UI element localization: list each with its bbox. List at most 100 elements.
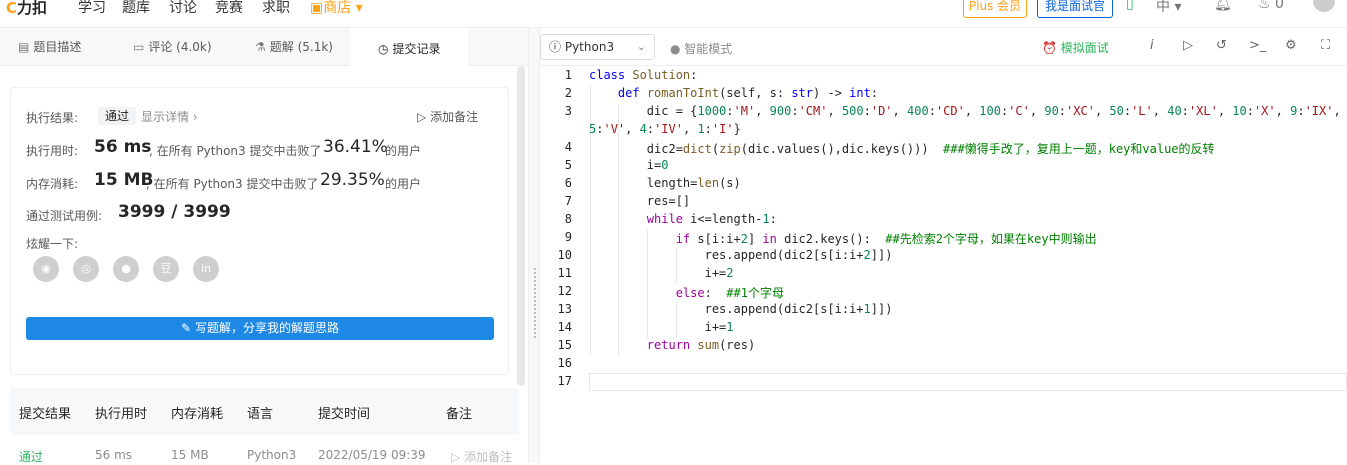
code-line: dic2=dict(zip(dic.values(),dic.keys())) … [589,142,1215,156]
col-result: 提交结果 [19,407,72,422]
status-label: 执行结果: [26,111,79,125]
col-runtime: 执行用时 [95,407,148,422]
memory-desc: , 在所有 Python3 提交中击败了 [146,177,319,191]
code-line: dic = {1000:'M', 900:'CM', 500:'D', 400:… [589,104,1341,118]
nav-discuss[interactable]: 讨论 [169,0,197,17]
bell-icon[interactable]: 🔔︎ [1214,0,1232,12]
reset-icon[interactable]: ↺ [1216,38,1227,53]
console-icon[interactable]: >_ [1249,38,1266,53]
flag-icon: ▷ [451,450,461,464]
memory-percentile: 29.35% [320,170,385,190]
fire-icon: ♨ [1258,0,1271,12]
alarm-icon: ⏰ [1042,41,1057,55]
row-runtime: 56 ms [95,448,133,462]
tab-description[interactable]: ▤ 题目描述 [18,28,81,66]
line-number: 16 [557,356,572,370]
line-number: 10 [557,248,572,262]
avatar[interactable] [1313,0,1335,12]
line-number: 14 [557,320,572,334]
code-line: i+=2 [589,266,734,280]
plus-button[interactable]: Plus 会员 [963,0,1027,18]
editor-toolbar: ⓘ Python3 ⌄ ● 智能模式 ⏰ 模拟面试 i ▷ ↺ >_ ⚙ ⛶ [540,28,1347,66]
active-line-highlight [589,373,1347,391]
row-add-note[interactable]: ▷ 添加备注 [451,448,519,465]
time-label: 执行用时: [26,144,79,158]
show-details-link[interactable]: 显示详情 › [141,108,198,125]
linkedin-icon[interactable]: in [193,256,219,282]
settings-icon[interactable]: ⚙ [1285,38,1297,53]
submissions-table-header: 提交结果 执行用时 内存消耗 语言 提交时间 备注 [10,388,519,435]
tab-solutions[interactable]: ⚗ 题解 (5.1k) [255,28,333,66]
qq-icon[interactable]: ● [113,256,139,282]
code-line: if s[i:i+2] in dic2.keys(): ##先检索2个字母，如果… [675,232,1097,246]
line-number: 3 [564,104,572,118]
code-line: return sum(res) [646,338,756,352]
code-line: else: ##1个字母 [675,286,784,300]
row-result[interactable]: 通过 [19,448,43,465]
nav-store[interactable]: ▣商店 ▾ [310,0,363,17]
line-number: 12 [557,284,572,298]
memory-users: 的用户 [385,177,422,191]
tab-comments[interactable]: ▭ 评论 (4.0k) [133,28,212,66]
douban-icon[interactable]: 豆 [153,256,179,282]
line-number-gutter: 1 2 3 4 5 6 7 8 9 10 11 12 13 14 15 16 1… [540,66,580,463]
language-select[interactable]: ⓘ Python3 ⌄ [540,34,655,60]
write-solution-button[interactable]: ✎ 写题解，分享我的解题思路 [26,317,494,340]
left-tabs: ▤ 题目描述 ▭ 评论 (4.0k) ⚗ 题解 (5.1k) ◷ 提交记录 [0,28,528,66]
chevron-down-icon: ⌄ [636,40,646,53]
comment-icon: ▭ [133,40,145,54]
add-note-button[interactable]: ▷ 添加备注 [417,108,478,125]
code-line: def romanToInt(self, s: str) -> int: [617,86,879,100]
nav-learn[interactable]: 学习 [78,0,106,17]
smart-mode-toggle[interactable]: ● 智能模式 [670,40,732,57]
store-icon: ▣ [310,0,324,16]
line-number: 6 [564,176,572,190]
line-number: 2 [564,86,572,100]
line-number: 13 [557,302,572,316]
mock-interview-button[interactable]: ⏰ 模拟面试 [1042,39,1109,56]
line-number: 11 [557,266,572,280]
col-note: 备注 [446,407,473,422]
tab-submissions[interactable]: ◷ 提交记录 [350,28,468,66]
code-line: res=[] [589,194,691,208]
result-card: 执行结果: 通过 显示详情 › ▷ 添加备注 执行用时: 56 ms , 在所有… [10,87,509,375]
code-line: length=len(s) [589,176,741,190]
interviewer-button[interactable]: 我是面试官 [1037,0,1113,18]
flask-icon: ⚗ [255,40,266,54]
fullscreen-icon[interactable]: ⛶ [1321,38,1330,53]
language-switch[interactable]: 中 ▾ [1156,0,1181,16]
nav-problems[interactable]: 题库 [122,0,150,17]
nav-contest[interactable]: 竞赛 [215,0,243,17]
run-icon[interactable]: ▷ [1183,38,1193,53]
document-icon: ▤ [18,40,30,54]
share-label: 炫耀一下: [26,237,79,251]
status-badge: 通过 [98,107,136,125]
cases-value: 3999 / 3999 [118,202,231,222]
line-number: 15 [557,338,572,352]
code-line: i=0 [589,158,669,172]
logo[interactable]: C力扣 [6,0,47,18]
line-number: 7 [564,194,572,208]
row-memory: 15 MB [171,448,209,462]
col-time: 提交时间 [318,407,371,422]
code-line: res.append(dic2[s[i:i+1]]) [589,302,893,316]
time-percentile: 36.41% [323,137,388,157]
wechat-icon[interactable]: ◉ [33,256,59,282]
line-number: 17 [557,374,572,388]
code-line: res.append(dic2[s[i:i+2]]) [589,248,893,262]
code-line: while i<=length-1: [646,212,777,226]
time-value: 56 ms [94,137,152,157]
code-line: 5:'V', 4:'IV', 1:'I'} [589,122,741,136]
pane-splitter[interactable] [528,28,540,463]
time-desc: , 在所有 Python3 提交中击败了 [149,144,322,158]
phone-icon[interactable]: ▯ [1126,0,1134,12]
weibo-icon[interactable]: ◎ [73,256,99,282]
row-time: 2022/05/19 09:39 [318,448,426,462]
fire-counter[interactable]: ♨ 0 [1258,0,1284,12]
col-memory: 内存消耗 [171,407,224,422]
left-scrollbar[interactable] [517,66,525,386]
code-line: i+=1 [589,320,734,334]
clock-icon: ◷ [378,42,389,56]
info-icon[interactable]: i [1150,38,1154,53]
nav-jobs[interactable]: 求职 [262,0,290,17]
